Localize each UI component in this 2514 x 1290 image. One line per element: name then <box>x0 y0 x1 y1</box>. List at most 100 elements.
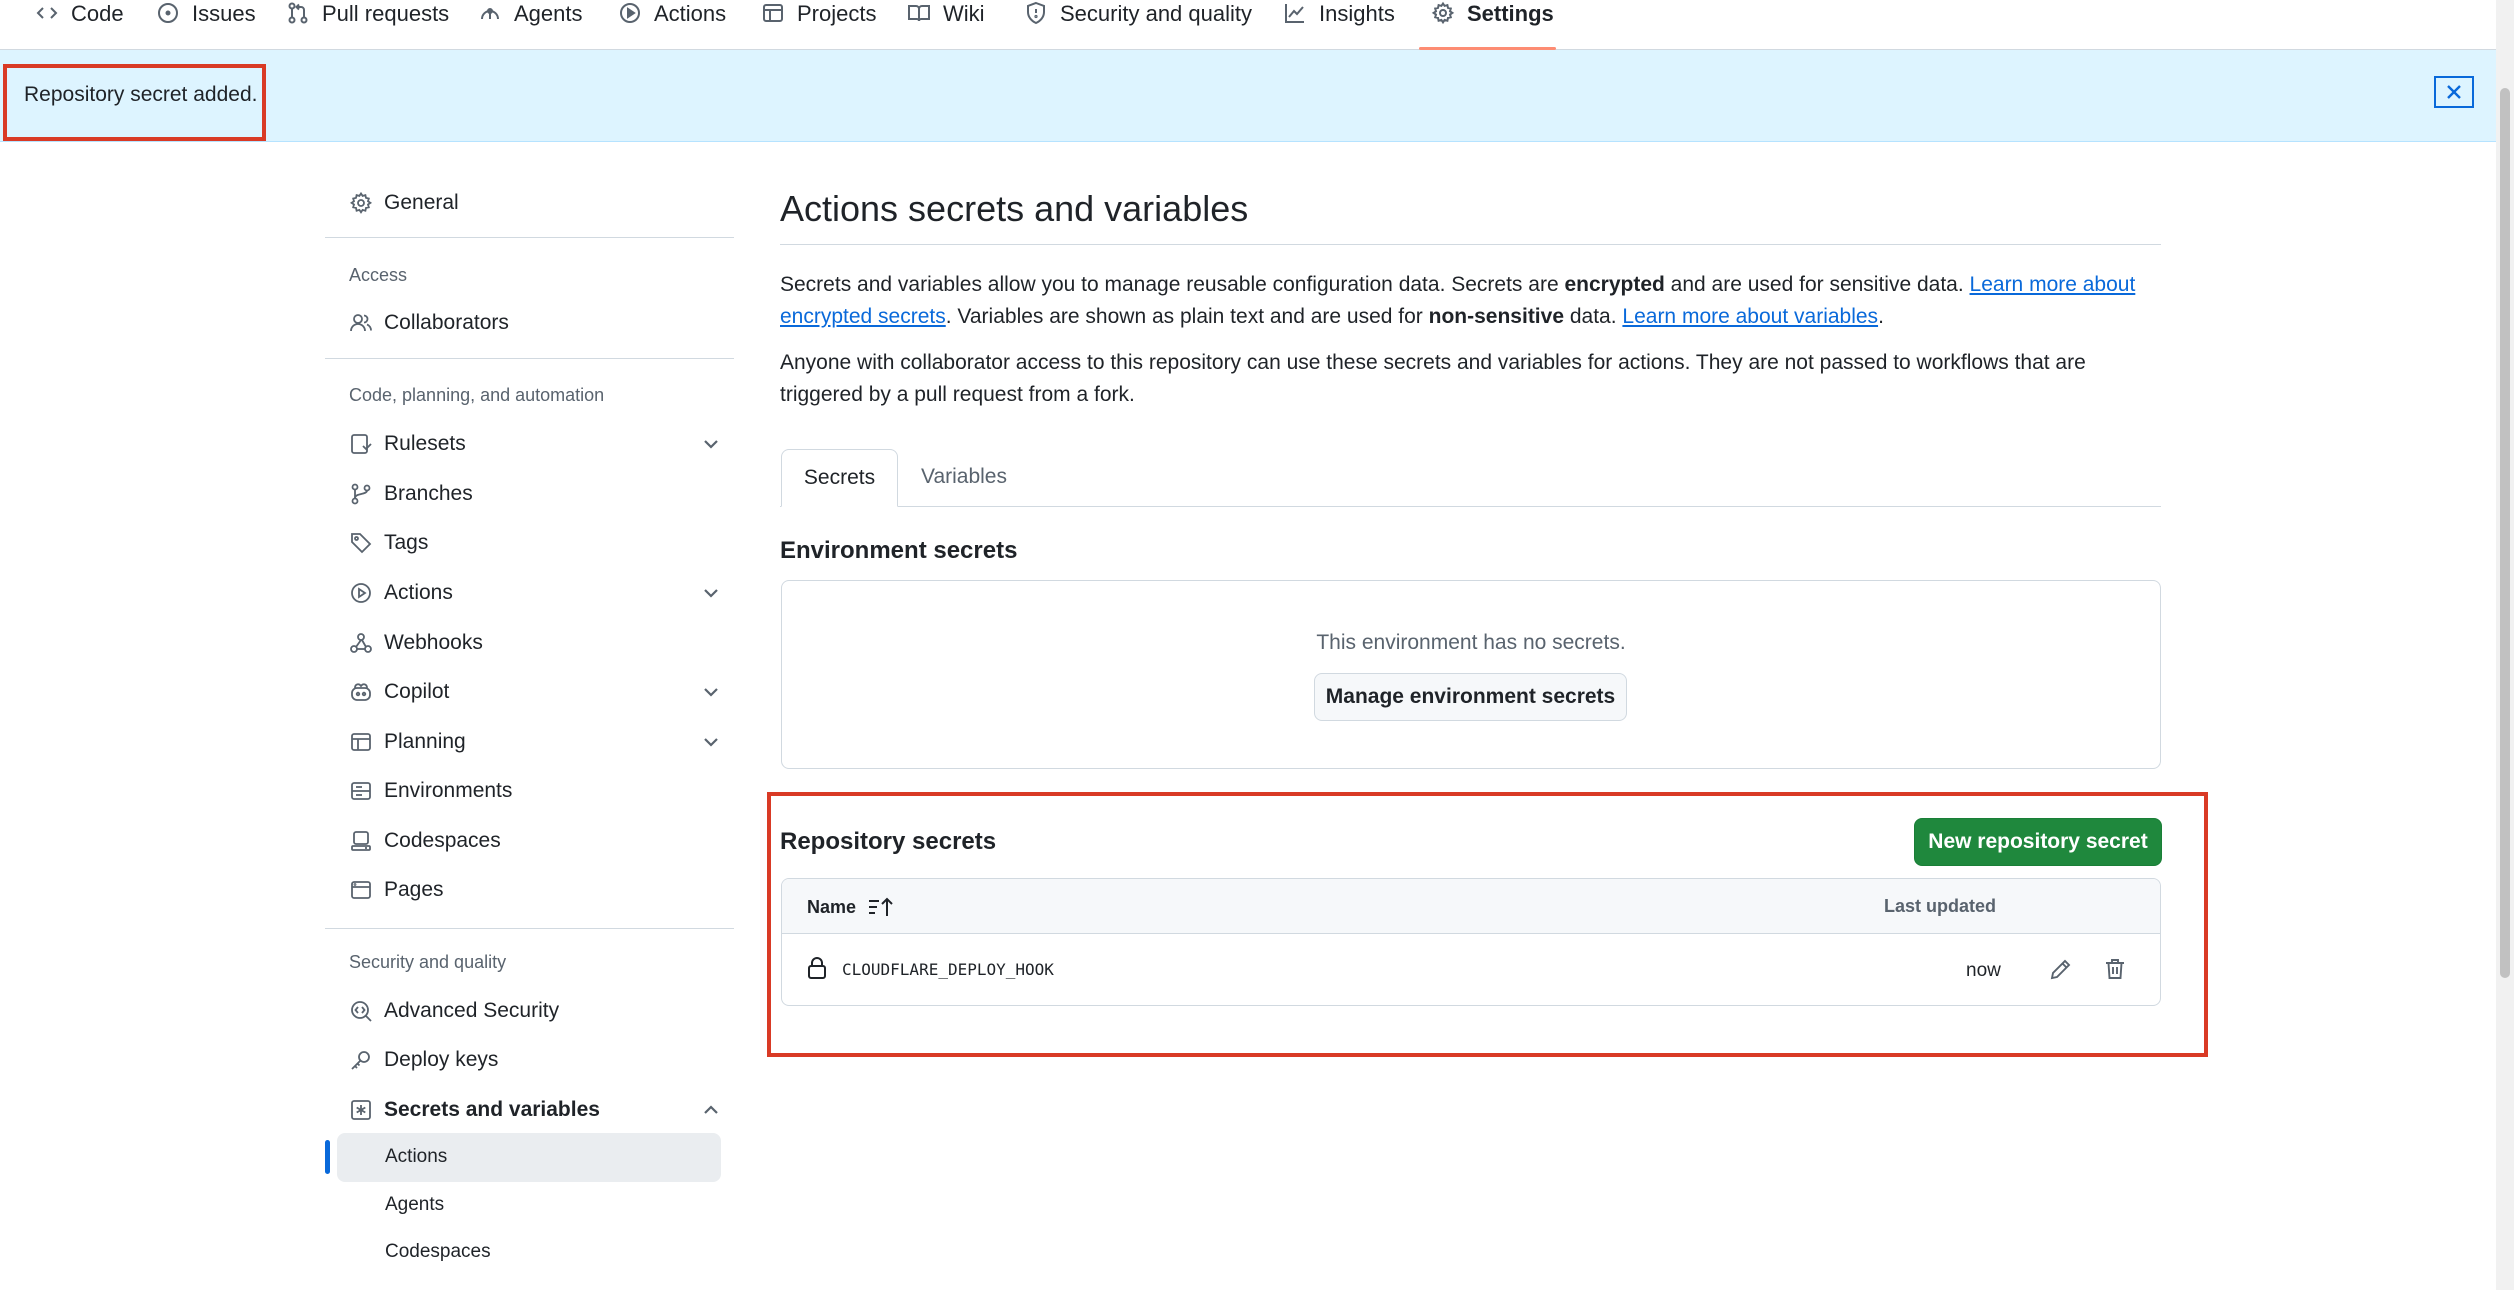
sidebar-item-label: Copilot <box>384 680 450 703</box>
tab-label: Insights <box>1319 1 1395 26</box>
secret-last-updated: now <box>1966 960 2001 981</box>
flash-close-button[interactable] <box>2434 76 2474 108</box>
sidebar-divider <box>325 237 734 238</box>
title-divider <box>780 244 2161 245</box>
sidebar-item-secrets-and-variables[interactable]: Secrets and variables <box>349 1090 721 1130</box>
sidebar-item-webhooks[interactable]: Webhooks <box>349 623 721 663</box>
agent-icon <box>478 1 502 25</box>
trash-icon[interactable] <box>2102 956 2128 982</box>
lock-icon <box>806 956 828 980</box>
sidebar-item-copilot[interactable]: Copilot <box>349 672 721 712</box>
gear-icon <box>1431 1 1455 25</box>
chevron-up-icon[interactable] <box>701 1100 721 1120</box>
chevron-down-icon[interactable] <box>701 434 721 454</box>
secret-name: CLOUDFLARE_DEPLOY_HOOK <box>842 960 1054 979</box>
repository-secrets-table: Name Last updated CLOUDFLARE_DEPLOY_HOOK… <box>781 878 2161 1006</box>
tab-actions[interactable]: Actions <box>618 0 726 50</box>
sidebar-item-label: Codespaces <box>384 829 501 852</box>
sidebar-heading-access: Access <box>349 265 408 285</box>
tab-label: Issues <box>192 1 256 26</box>
description-paragraph: Secrets and variables allow you to manag… <box>780 269 2145 333</box>
tag-icon <box>349 531 373 555</box>
code-icon <box>35 1 59 25</box>
column-header-name[interactable]: Name <box>807 896 894 918</box>
branch-icon <box>349 482 373 506</box>
tab-agents[interactable]: Agents <box>478 0 583 50</box>
sidebar-item-label: Pages <box>384 878 444 901</box>
flash-message: Repository secret added. <box>24 83 258 106</box>
tab-security[interactable]: Security and quality <box>1024 0 1252 50</box>
codescan-icon <box>349 999 373 1023</box>
sidebar-item-collaborators[interactable]: Collaborators <box>349 303 721 343</box>
tab-code[interactable]: Code <box>35 0 124 50</box>
repo-nav: Code Issues Pull requests Agents Actions… <box>0 0 2496 50</box>
learn-more-variables-link[interactable]: Learn more about variables <box>1622 305 1878 328</box>
chevron-down-icon[interactable] <box>701 682 721 702</box>
browser-icon <box>349 878 373 902</box>
flash-banner <box>0 50 2496 142</box>
sidebar-item-tags[interactable]: Tags <box>349 523 721 563</box>
sidebar-item-branches[interactable]: Branches <box>349 474 721 514</box>
pencil-icon[interactable] <box>2048 956 2074 982</box>
key-icon <box>349 1048 373 1072</box>
column-label: Name <box>807 896 857 917</box>
table-header: Name Last updated <box>782 879 2160 934</box>
sort-icon[interactable] <box>868 896 894 918</box>
server-icon <box>349 779 373 803</box>
tab-label: Security and quality <box>1060 1 1252 26</box>
tab-pull-requests[interactable]: Pull requests <box>286 0 449 50</box>
tab-label: Code <box>71 1 124 26</box>
scrollbar[interactable] <box>2496 0 2514 1290</box>
table-icon <box>349 730 373 754</box>
sidebar-item-advanced-security[interactable]: Advanced Security <box>349 991 721 1031</box>
sidebar-item-planning[interactable]: Planning <box>349 722 721 762</box>
tab-label: Actions <box>654 1 727 26</box>
copilot-icon <box>349 680 373 704</box>
environment-empty-message: This environment has no secrets. <box>1316 631 1626 654</box>
sidebar-divider <box>325 358 734 359</box>
tab-insights[interactable]: Insights <box>1283 0 1395 50</box>
tab-label: Pull requests <box>322 1 450 26</box>
sidebar-item-label: Environments <box>384 779 513 802</box>
close-icon <box>2447 85 2461 99</box>
tab-label: Wiki <box>943 1 985 26</box>
tab-secrets[interactable]: Secrets <box>781 449 898 507</box>
asterisk-box-icon <box>349 1098 373 1122</box>
sidebar-item-label: Actions <box>384 581 453 604</box>
sidebar-item-label: Advanced Security <box>384 999 560 1022</box>
page-title: Actions secrets and variables <box>780 188 1249 229</box>
sidebar-item-label: Tags <box>384 531 429 554</box>
manage-environment-secrets-button[interactable]: Manage environment secrets <box>1314 673 1627 721</box>
sidebar-item-pages[interactable]: Pages <box>349 870 721 910</box>
sidebar-divider <box>325 928 734 929</box>
text: and are used for sensitive data. <box>1664 273 1970 296</box>
chevron-down-icon[interactable] <box>701 732 721 752</box>
pull-request-icon <box>286 1 310 25</box>
tab-settings[interactable]: Settings <box>1431 0 1554 50</box>
text-bold: non-sensitive <box>1428 305 1565 328</box>
sidebar-item-general[interactable]: General <box>349 183 721 223</box>
scrollbar-thumb[interactable] <box>2500 88 2510 978</box>
new-repository-secret-button[interactable]: New repository secret <box>1914 818 2162 866</box>
subtabs-divider <box>780 506 2161 507</box>
sidebar-item-deploy-keys[interactable]: Deploy keys <box>349 1040 721 1080</box>
tab-wiki[interactable]: Wiki <box>907 0 985 50</box>
sidebar-item-environments[interactable]: Environments <box>349 771 721 811</box>
sidebar-item-label: Secrets and variables <box>384 1098 600 1121</box>
codespaces-icon <box>349 829 373 853</box>
sidebar-item-rulesets[interactable]: Rulesets <box>349 424 721 464</box>
sidebar-subitem-actions[interactable]: Actions <box>385 1146 447 1168</box>
tab-projects[interactable]: Projects <box>761 0 876 50</box>
sidebar-subitem-codespaces[interactable]: Codespaces <box>385 1241 491 1263</box>
tab-issues[interactable]: Issues <box>156 0 256 50</box>
sidebar-item-codespaces[interactable]: Codespaces <box>349 821 721 861</box>
sidebar-active-indicator <box>325 1140 330 1174</box>
book-icon <box>907 1 931 25</box>
chevron-down-icon[interactable] <box>701 583 721 603</box>
sidebar-item-label: Webhooks <box>384 631 483 654</box>
tab-label: Projects <box>797 1 877 26</box>
table-icon <box>761 1 785 25</box>
sidebar-subitem-agents[interactable]: Agents <box>385 1194 444 1216</box>
tab-variables[interactable]: Variables <box>921 465 1007 489</box>
sidebar-item-actions[interactable]: Actions <box>349 573 721 613</box>
